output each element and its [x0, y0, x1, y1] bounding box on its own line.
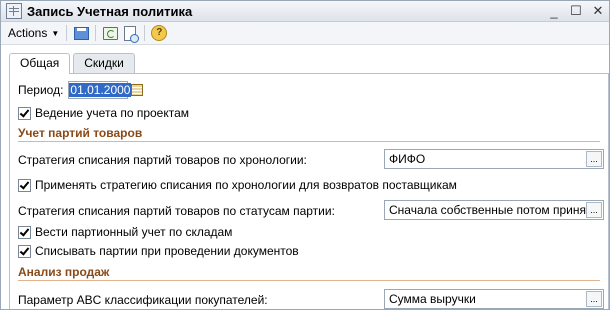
writeoff-checkbox[interactable] — [18, 244, 31, 258]
actions-menu[interactable]: Actions ▼ — [5, 26, 62, 40]
abc-label: Параметр ABC классификации покупателей: — [18, 293, 268, 307]
form-icon — [6, 3, 22, 19]
save-button[interactable] — [71, 24, 91, 42]
strategy-status-label: Стратегия списания партий товаров по ста… — [18, 204, 335, 218]
period-value: 01.01.2000 — [69, 83, 132, 97]
strategy-chrono-label: Стратегия списания партий товаров по хро… — [18, 153, 307, 167]
apply-returns-checkbox[interactable] — [18, 178, 31, 192]
projects-row[interactable]: Ведение учета по проектам — [18, 106, 189, 120]
minimize-button[interactable]: _ — [543, 4, 565, 19]
toolbar-separator — [66, 25, 68, 41]
apply-returns-row[interactable]: Применять стратегию списания по хронолог… — [18, 178, 457, 192]
choose-button[interactable]: ... — [586, 202, 602, 218]
section-divider — [18, 141, 600, 142]
calendar-button[interactable] — [130, 83, 144, 97]
toolbar: Actions ▼ ? — [1, 22, 609, 45]
section-title-sales: Анализ продаж — [18, 265, 110, 279]
writeoff-label: Списывать партии при проведении документ… — [35, 244, 299, 258]
tab-strip: Общая Скидки — [9, 53, 138, 74]
help-button[interactable]: ? — [149, 24, 169, 42]
maximize-button[interactable]: ☐ — [565, 3, 587, 19]
dropdown-arrow-icon: ▼ — [51, 28, 60, 38]
actions-label: Actions — [8, 26, 48, 40]
copy-button[interactable] — [120, 24, 140, 43]
strategy-status-select[interactable]: Сначала собственные потом принятые ... — [384, 200, 604, 220]
projects-checkbox[interactable] — [18, 106, 31, 120]
close-button[interactable]: ✕ — [587, 3, 609, 19]
policy-window: Запись Учетная политика _ ☐ ✕ Actions ▼ … — [0, 0, 610, 310]
warehouse-label: Вести партионный учет по складам — [35, 225, 233, 239]
refresh-icon — [102, 26, 118, 40]
warehouse-checkbox[interactable] — [18, 225, 31, 239]
calendar-icon — [131, 84, 144, 96]
title-bar: Запись Учетная политика _ ☐ ✕ — [1, 1, 609, 22]
projects-checkbox-label: Ведение учета по проектам — [35, 106, 190, 120]
document-search-icon — [124, 25, 140, 43]
strategy-chrono-value: ФИФО — [389, 152, 426, 166]
toolbar-separator — [95, 25, 97, 41]
apply-returns-label: Применять стратегию списания по хронолог… — [35, 178, 457, 192]
abc-select[interactable]: Сумма выручки ... — [384, 289, 604, 309]
tab-general[interactable]: Общая — [9, 53, 71, 74]
save-icon — [73, 26, 89, 40]
strategy-status-row: Стратегия списания партий товаров по ста… — [18, 204, 335, 218]
strategy-chrono-row: Стратегия списания партий товаров по хро… — [18, 153, 307, 167]
abc-row: Параметр ABC классификации покупателей: — [18, 293, 268, 307]
period-input[interactable]: 01.01.2000 — [68, 81, 132, 99]
toolbar-separator — [144, 25, 146, 41]
section-divider — [18, 280, 600, 281]
tab-panel-general: Период: 01.01.2000 Ведение учета по прое… — [9, 73, 609, 309]
strategy-chrono-select[interactable]: ФИФО ... — [384, 149, 604, 169]
period-row: Период: 01.01.2000 — [18, 81, 144, 99]
reread-button[interactable] — [100, 24, 120, 42]
strategy-status-value: Сначала собственные потом принятые — [389, 203, 586, 217]
writeoff-row[interactable]: Списывать партии при проведении документ… — [18, 244, 299, 258]
abc-value: Сумма выручки — [389, 292, 476, 306]
choose-button[interactable]: ... — [586, 291, 602, 307]
help-icon: ? — [151, 25, 168, 41]
warehouse-row[interactable]: Вести партионный учет по складам — [18, 225, 232, 239]
tab-discounts[interactable]: Скидки — [73, 53, 135, 73]
choose-button[interactable]: ... — [586, 151, 602, 167]
window-title: Запись Учетная политика — [27, 3, 193, 19]
period-label: Период: — [18, 83, 64, 97]
section-title-batches: Учет партий товаров — [18, 126, 143, 140]
